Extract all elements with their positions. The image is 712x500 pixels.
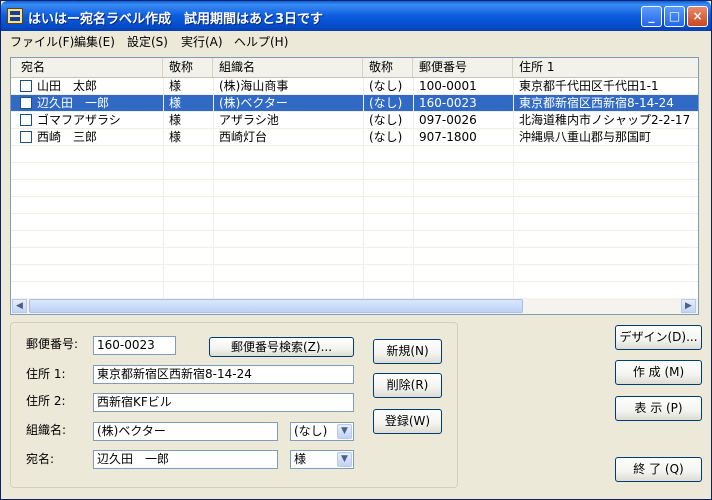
app-window: はいはー宛名ラベル作成 試用期間はあと3日です _ □ × ファイル(F) 編集… [0,0,712,500]
postal-code-label: 郵便番号: [26,337,79,351]
cell-organization: 西崎灯台 [219,130,268,144]
table-row[interactable]: 山田 太郎 様 (株)海山商事 (なし) 100-0001 東京都千代田区千代田… [11,78,698,94]
cell-org-honorific: (なし) [369,79,403,93]
cell-address1: 沖縄県八重山郡与那国町 [519,130,652,144]
design-button[interactable]: デザイン(D)... [615,325,702,350]
scroll-left-arrow-icon[interactable]: ◀ [12,299,27,313]
menu-help[interactable]: ヘルプ(H) [234,33,288,50]
delete-button[interactable]: 削除(R) [373,373,442,398]
chevron-down-icon[interactable]: ▼ [337,424,352,439]
organization-input[interactable]: (株)ベクター [93,422,278,441]
table-row[interactable]: 西崎 三郎 様 西崎灯台 (なし) 907-1800 沖縄県八重山郡与那国町 [11,129,698,145]
chevron-down-icon[interactable]: ▼ [337,452,352,467]
organization-label: 組織名: [26,423,67,437]
menu-edit[interactable]: 編集(E) [74,33,115,50]
title-bar[interactable]: はいはー宛名ラベル作成 試用期間はあと3日です _ □ × [1,1,711,31]
list-body: 山田 太郎 様 (株)海山商事 (なし) 100-0001 東京都千代田区千代田… [11,78,698,298]
postal-search-button[interactable]: 郵便番号検索(Z)... [209,337,354,357]
cell-postal-code: 907-1800 [419,130,477,144]
maximize-button[interactable]: □ [664,6,685,27]
menu-file[interactable]: ファイル(F) [10,33,74,50]
cell-postal-code: 160-0023 [419,96,477,110]
window-title: はいはー宛名ラベル作成 試用期間はあと3日です [28,12,324,27]
display-button[interactable]: 表 示 (P) [615,396,702,421]
name-honorific-value: 様 [294,452,307,466]
cell-name: 山田 太郎 [37,79,98,93]
cell-name: ゴマフアザラシ [37,113,121,127]
cell-name: 辺久田 一郎 [37,96,110,110]
address2-input[interactable]: 西新宿KFビル [93,393,354,412]
menu-settings[interactable]: 設定(S) [127,33,168,50]
minimize-button[interactable]: _ [641,6,662,27]
address1-label: 住所 1: [26,367,66,381]
list-header: 宛名 敬称 組織名 敬称 郵便番号 住所 1 [11,58,698,78]
cell-organization: (株)海山商事 [219,79,289,93]
cell-address1: 北海道稚内市ノシャップ2-2-17 [519,113,691,127]
cell-honorific: 様 [169,130,182,144]
cell-postal-code: 100-0001 [419,79,477,93]
register-button[interactable]: 登録(W) [373,409,442,434]
address2-label: 住所 2: [26,394,66,408]
column-header-address1[interactable]: 住所 1 [513,58,698,77]
scroll-thumb[interactable] [29,299,523,313]
app-label-icon[interactable] [7,8,23,24]
cell-org-honorific: (なし) [369,113,403,127]
column-header-name[interactable]: 宛名 [11,58,163,77]
cell-address1: 東京都千代田区千代田1-1 [519,79,659,93]
cell-organization: (株)ベクター [219,96,288,110]
cell-organization: アザラシ池 [219,113,279,127]
cell-org-honorific: (なし) [369,130,403,144]
cell-name: 西崎 三郎 [37,130,98,144]
horizontal-scrollbar[interactable]: ◀ ▶ [11,298,698,314]
menu-bar: ファイル(F) 編集(E) 設定(S) 実行(A) ヘルプ(H) [1,31,711,50]
cell-honorific: 様 [169,113,182,127]
name-label: 宛名: [26,452,55,466]
quit-button[interactable]: 終 了 (Q) [615,457,702,482]
org-honorific-select[interactable]: (なし) ▼ [290,422,354,441]
table-row[interactable]: ゴマフアザラシ 様 アザラシ池 (なし) 097-0026 北海道稚内市ノシャッ… [11,112,698,128]
address-list[interactable]: 宛名 敬称 組織名 敬称 郵便番号 住所 1 山田 太郎 様 (株)海山商事 (… [10,57,699,315]
address1-input[interactable]: 東京都新宿区西新宿8-14-24 [93,365,354,384]
column-header-organization[interactable]: 組織名 [213,58,363,77]
column-header-honorific[interactable]: 敬称 [163,58,213,77]
postal-code-input[interactable]: 160-0023 [93,336,176,355]
new-button[interactable]: 新規(N) [373,339,442,364]
column-header-org-honorific[interactable]: 敬称 [363,58,413,77]
column-header-postal-code[interactable]: 郵便番号 [413,58,513,77]
table-row-selected[interactable]: 辺久田 一郎 様 (株)ベクター (なし) 160-0023 東京都新宿区西新宿… [11,95,698,111]
cell-address1: 東京都新宿区西新宿8-14-24 [519,96,674,110]
cell-postal-code: 097-0026 [419,113,477,127]
org-honorific-value: (なし) [294,424,328,438]
scroll-right-arrow-icon[interactable]: ▶ [681,299,696,313]
menu-run[interactable]: 実行(A) [181,33,223,50]
close-button[interactable]: × [687,6,708,27]
name-input[interactable]: 辺久田 一郎 [93,450,278,469]
cell-honorific: 様 [169,96,182,110]
create-button[interactable]: 作 成 (M) [615,360,702,385]
cell-org-honorific: (なし) [369,96,403,110]
cell-honorific: 様 [169,79,182,93]
name-honorific-select[interactable]: 様 ▼ [290,450,354,469]
